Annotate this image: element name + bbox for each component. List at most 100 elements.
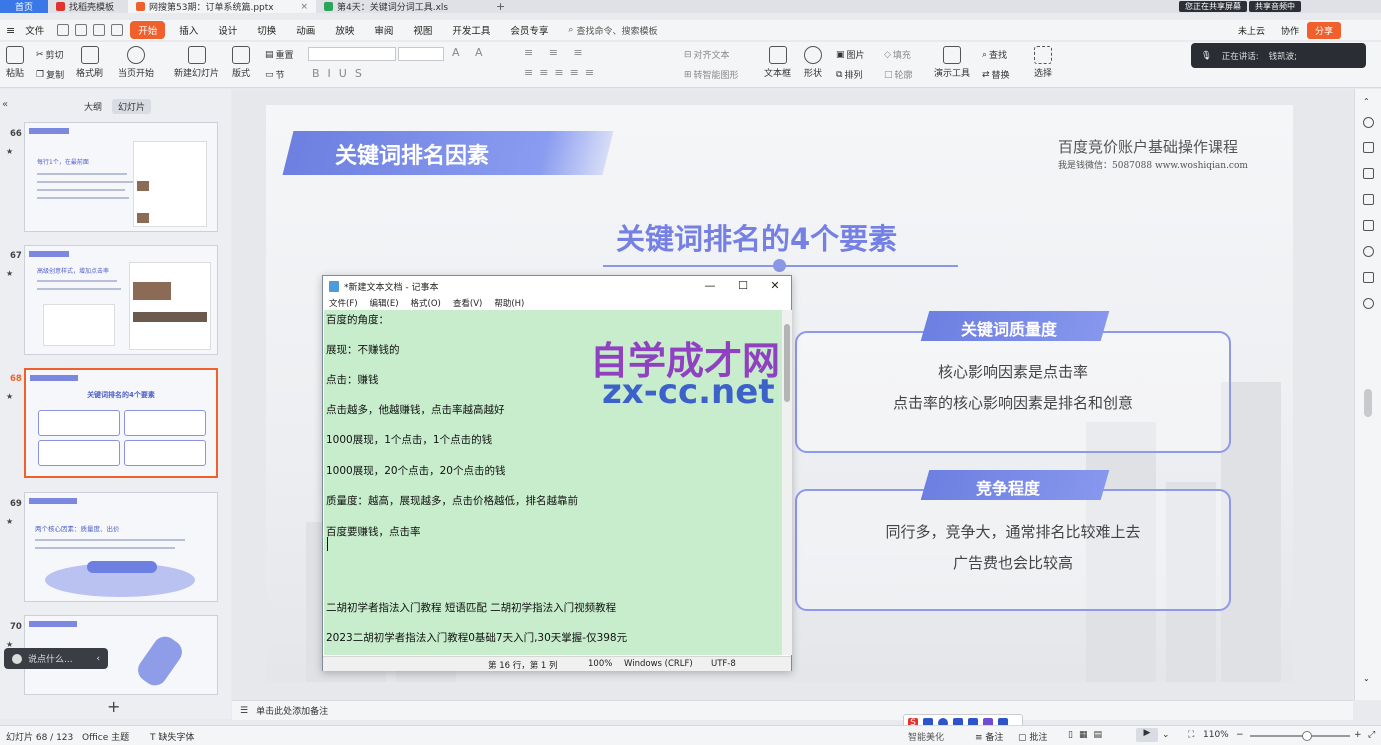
share-button[interactable]: 分享 bbox=[1306, 21, 1341, 39]
tab-xls[interactable]: 第4天：关键词分词工具.xls bbox=[316, 0, 486, 13]
menu-insert[interactable]: 插入 bbox=[169, 23, 208, 37]
notes-bar[interactable]: ☰ 单击此处添加备注 bbox=[232, 700, 1353, 720]
align-text-button[interactable]: ⊟ 对齐文本 bbox=[684, 48, 730, 62]
chevron-up-icon[interactable]: ⌃ bbox=[1363, 97, 1374, 108]
textbox-button[interactable]: 文本框 bbox=[764, 46, 791, 79]
new-slide-button[interactable]: 新建幻灯片 bbox=[174, 46, 219, 79]
list-buttons[interactable]: ≡ ≡ ≡ bbox=[524, 46, 589, 59]
slide-thumbnail-68[interactable]: 关键词排名的4个要素 bbox=[24, 368, 218, 478]
fit-window-icon[interactable]: ⤢ bbox=[1368, 730, 1375, 740]
zoom-in-icon[interactable]: + bbox=[1354, 730, 1362, 740]
add-slide-icon[interactable]: + bbox=[107, 697, 120, 716]
font-name-box[interactable] bbox=[308, 47, 396, 61]
format-painter-button[interactable]: 格式刷 bbox=[76, 46, 103, 79]
menu-view[interactable]: 视图 bbox=[403, 23, 442, 37]
menu-design[interactable]: 设计 bbox=[208, 23, 247, 37]
zoom-level[interactable]: 110% bbox=[1203, 730, 1229, 740]
screen-sharing-indicator[interactable]: 您正在共享屏幕 bbox=[1179, 1, 1247, 12]
menu-file[interactable]: 文件 bbox=[15, 23, 54, 37]
find-button[interactable]: ⌕ 查找 bbox=[982, 48, 1007, 62]
redo-icon[interactable] bbox=[111, 24, 124, 36]
slide-thumbnail-66[interactable]: 每行1个，在最前面 bbox=[24, 122, 218, 232]
outline-button[interactable]: □ 轮廓 bbox=[884, 68, 913, 82]
slide-thumbnail-69[interactable]: 两个核心因素：质量度、出价 bbox=[24, 492, 218, 602]
settings-icon[interactable] bbox=[1363, 117, 1374, 128]
cloud-status[interactable]: 未上云 bbox=[1230, 22, 1273, 39]
reset-button[interactable]: ▤ 重置 bbox=[265, 48, 294, 62]
layers-icon[interactable] bbox=[1363, 220, 1374, 231]
menu-home[interactable]: 开始 bbox=[130, 21, 166, 39]
select-button[interactable]: 选择 bbox=[1034, 46, 1052, 79]
scrollbar-thumb[interactable] bbox=[784, 324, 790, 402]
comments-toggle[interactable]: ▢ 批注 bbox=[1018, 730, 1047, 743]
sliders-icon[interactable] bbox=[1363, 142, 1374, 153]
layout-button[interactable]: 版式 bbox=[232, 46, 250, 79]
picture-button[interactable]: ▣ 图片 bbox=[836, 48, 865, 62]
comment-icon[interactable] bbox=[1363, 194, 1374, 205]
command-search[interactable]: ⌕ 查找命令、搜索模板 bbox=[558, 24, 667, 37]
chevron-left-icon[interactable]: ‹ bbox=[96, 654, 100, 664]
paragraph-align-buttons[interactable]: ≡≡≡≡≡ bbox=[524, 66, 600, 79]
print-icon[interactable] bbox=[75, 24, 88, 36]
view-mode-buttons[interactable]: ▯▦▤ bbox=[1068, 730, 1108, 740]
play-from-current-button[interactable]: 当页开始 bbox=[118, 46, 154, 79]
menu-member[interactable]: 会员专享 bbox=[500, 23, 558, 37]
notepad-menu-file[interactable]: 文件(F) bbox=[329, 297, 358, 309]
replace-button[interactable]: ⇄ 替换 bbox=[982, 68, 1010, 82]
tab-slides[interactable]: 幻灯片 bbox=[112, 99, 152, 114]
cut-button[interactable]: ✂ 剪切 bbox=[36, 48, 64, 62]
close-icon[interactable]: × bbox=[300, 2, 308, 12]
animation-icon[interactable] bbox=[1363, 168, 1374, 179]
zoom-fit-icon[interactable]: ⛶ bbox=[1188, 730, 1194, 740]
scrollbar-thumb[interactable] bbox=[1364, 389, 1372, 417]
comment-input[interactable]: 说点什么... ‹ bbox=[4, 648, 108, 669]
menu-slideshow[interactable]: 放映 bbox=[325, 23, 364, 37]
present-tools-button[interactable]: 演示工具 bbox=[934, 46, 970, 79]
tab-docer-templates[interactable]: 找稻壳模板 bbox=[48, 0, 128, 13]
add-tab-icon[interactable]: + bbox=[486, 0, 515, 13]
zoom-slider-thumb[interactable] bbox=[1302, 731, 1312, 741]
tab-outline[interactable]: 大纲 bbox=[78, 99, 108, 114]
fill-button[interactable]: ◇ 填充 bbox=[884, 48, 911, 62]
notepad-menu-view[interactable]: 查看(V) bbox=[453, 297, 482, 309]
close-icon[interactable]: ✕ bbox=[760, 278, 790, 294]
emoji-icon[interactable] bbox=[12, 653, 22, 664]
maximize-icon[interactable]: ☐ bbox=[728, 278, 758, 294]
save-icon[interactable] bbox=[57, 24, 70, 36]
font-style-buttons[interactable]: BIUS bbox=[312, 67, 370, 80]
undo-icon[interactable] bbox=[93, 24, 106, 36]
shape-button[interactable]: 形状 bbox=[804, 46, 822, 79]
location-icon[interactable] bbox=[1363, 246, 1374, 257]
notepad-menu-help[interactable]: 帮助(H) bbox=[494, 297, 524, 309]
menu-transitions[interactable]: 切换 bbox=[247, 23, 286, 37]
menu-review[interactable]: 审阅 bbox=[364, 23, 403, 37]
paste-button[interactable]: 粘贴 bbox=[6, 46, 24, 79]
menu-animations[interactable]: 动画 bbox=[286, 23, 325, 37]
audio-sharing-indicator[interactable]: 共享音频中 bbox=[1249, 1, 1301, 12]
notes-toggle[interactable]: ≡ 备注 bbox=[975, 730, 1003, 743]
arrange-button[interactable]: ⧉ 排列 bbox=[836, 68, 862, 82]
minimize-icon[interactable]: — bbox=[695, 278, 725, 294]
zoom-out-icon[interactable]: − bbox=[1236, 730, 1244, 740]
hamburger-icon[interactable]: ≡ bbox=[6, 24, 15, 37]
smartart-button[interactable]: ⊞ 转智能图形 bbox=[684, 68, 739, 82]
book-icon[interactable] bbox=[1363, 272, 1374, 283]
help-icon[interactable] bbox=[1363, 298, 1374, 309]
play-icon[interactable]: ▶ bbox=[1136, 728, 1158, 742]
font-size-box[interactable] bbox=[398, 47, 444, 61]
tab-pptx[interactable]: 网搜第53期：订单系统篇.pptx × bbox=[128, 0, 316, 13]
notepad-menu-format[interactable]: 格式(O) bbox=[411, 297, 441, 309]
notepad-menu-edit[interactable]: 编辑(E) bbox=[370, 297, 399, 309]
slide-thumbnail-67[interactable]: 高级创意样式，增加点击率 bbox=[24, 245, 218, 355]
dropdown-icon[interactable]: ⌄ bbox=[1162, 730, 1170, 740]
chevron-down-icon[interactable]: ⌄ bbox=[1363, 674, 1374, 685]
tab-home[interactable]: 首页 bbox=[0, 0, 48, 13]
menu-developer[interactable]: 开发工具 bbox=[442, 23, 500, 37]
collab-button[interactable]: 协作 bbox=[1273, 22, 1307, 39]
font-grow-buttons[interactable]: A A bbox=[452, 46, 489, 59]
notepad-scrollbar[interactable] bbox=[782, 310, 792, 655]
section-button[interactable]: ▭ 节 bbox=[265, 68, 285, 82]
zoom-slider-track[interactable] bbox=[1250, 735, 1350, 737]
smart-beautify-button[interactable]: 智能美化 bbox=[908, 730, 944, 743]
missing-font-button[interactable]: T 缺失字体 bbox=[150, 730, 194, 743]
